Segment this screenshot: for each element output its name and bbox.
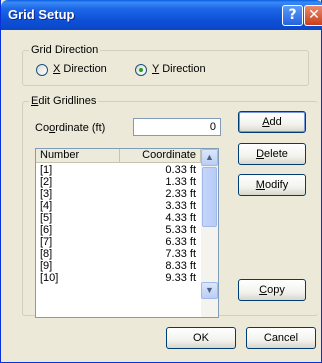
list-header: Number Coordinate [36, 149, 218, 163]
scroll-thumb[interactable] [202, 167, 217, 227]
delete-button[interactable]: Delete [238, 143, 306, 165]
modify-button[interactable]: Modify [238, 174, 306, 196]
list-item[interactable]: [2] 1.33 ft [36, 176, 218, 188]
grid-setup-dialog: Grid Setup ? ✕ Grid Direction X Directio… [0, 0, 322, 363]
close-button[interactable]: ✕ [304, 5, 322, 26]
copy-button[interactable]: Copy [238, 279, 306, 301]
gridlines-list[interactable]: Number Coordinate [1] 0.33 ft [2] 1.33 ft … [35, 148, 219, 318]
ok-button[interactable]: OK [166, 327, 236, 349]
list-item[interactable]: [4] 3.33 ft [36, 200, 218, 212]
y-direction-radio[interactable] [135, 64, 147, 76]
grid-direction-group: Grid Direction X Direction Y Direction [22, 44, 309, 86]
list-item[interactable]: [3] 2.33 ft [36, 188, 218, 200]
title-bar[interactable]: Grid Setup ? ✕ [1, 0, 322, 30]
list-item[interactable]: [7] 6.33 ft [36, 236, 218, 248]
add-button[interactable]: Add [238, 111, 306, 133]
x-direction-radio[interactable] [36, 64, 48, 76]
window-title: Grid Setup [8, 7, 75, 22]
help-button[interactable]: ? [282, 5, 303, 26]
scroll-up-icon[interactable]: ▲ [201, 149, 218, 166]
x-direction-label[interactable]: X Direction [53, 63, 107, 75]
list-item[interactable]: [9] 8.33 ft [36, 260, 218, 272]
column-header-number[interactable]: Number [36, 149, 120, 163]
grid-direction-legend: Grid Direction [29, 44, 101, 56]
edit-gridlines-legend: Edit Gridlines [29, 95, 99, 107]
list-item[interactable]: [5] 4.33 ft [36, 212, 218, 224]
list-item[interactable]: [6] 5.33 ft [36, 224, 218, 236]
column-header-coordinate[interactable]: Coordinate [120, 149, 201, 163]
y-direction-label[interactable]: Y Direction [152, 63, 206, 75]
list-item[interactable]: [8] 7.33 ft [36, 248, 218, 260]
list-scrollbar[interactable]: ▲ ▼ [201, 149, 218, 317]
list-item[interactable]: [1] 0.33 ft [36, 164, 218, 176]
coordinate-label: Coordinate (ft) [35, 122, 106, 134]
coordinate-input[interactable]: 0 [133, 118, 221, 136]
list-item[interactable]: [10] 9.33 ft [36, 272, 218, 284]
scroll-down-icon[interactable]: ▼ [201, 282, 218, 299]
cancel-button[interactable]: Cancel [246, 327, 316, 349]
